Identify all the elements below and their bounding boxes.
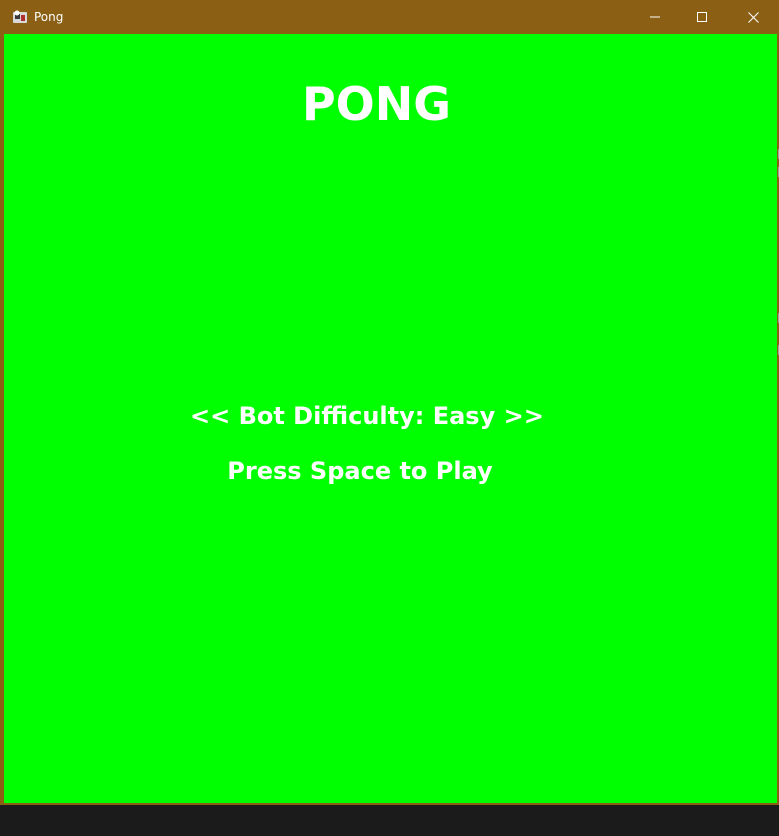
maximize-button[interactable] (679, 1, 725, 33)
minimize-button[interactable] (632, 1, 678, 33)
window-title: Pong (34, 10, 64, 24)
bot-difficulty-selector[interactable]: << Bot Difficulty: Easy >> (190, 399, 544, 433)
start-prompt: Press Space to Play (227, 457, 493, 485)
game-canvas[interactable]: PONG << Bot Difficulty: Easy >> Press Sp… (4, 34, 779, 803)
minimize-icon (650, 12, 660, 22)
window-titlebar[interactable]: Pong (1, 1, 778, 33)
maximize-icon (697, 12, 707, 22)
close-button[interactable] (728, 1, 778, 33)
app-icon (12, 9, 28, 25)
game-title: PONG (301, 77, 452, 131)
app-window: Pong PONG << Bot Difficulty: Easy >> Pre… (0, 0, 779, 805)
close-icon (747, 11, 759, 23)
